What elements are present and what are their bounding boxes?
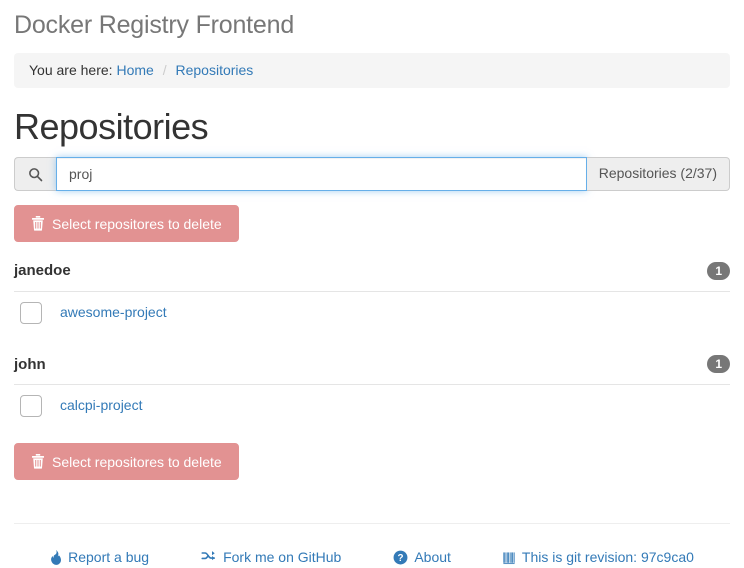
search-input[interactable] <box>56 157 587 192</box>
shuffle-icon <box>201 550 217 565</box>
repo-list: calcpi-project <box>14 385 730 429</box>
search-bar: Repositories (2/37) <box>14 157 730 192</box>
repo-checkbox[interactable] <box>20 301 42 324</box>
search-icon <box>14 157 56 192</box>
repo-group-header: janedoe 1 <box>14 260 730 292</box>
fire-icon <box>50 550 62 566</box>
repo-group-name: janedoe <box>14 262 71 280</box>
footer: Report a bug Fork me on GitHub ? About T… <box>0 523 744 568</box>
repo-link[interactable]: awesome-project <box>60 303 167 323</box>
page-container: Docker Registry Frontend You are here: H… <box>0 0 744 481</box>
select-repositories-to-delete-button-top[interactable]: Select repositores to delete <box>14 205 239 243</box>
trash-icon <box>31 216 45 231</box>
page-title: Repositories <box>14 105 209 147</box>
delete-button-label: Select repositores to delete <box>52 453 222 470</box>
select-repositories-to-delete-button-bottom[interactable]: Select repositores to delete <box>14 443 239 481</box>
trash-icon <box>31 454 45 469</box>
repo-link[interactable]: calcpi-project <box>60 396 142 416</box>
footer-links: Report a bug Fork me on GitHub ? About T… <box>14 524 730 568</box>
app-title: Docker Registry Frontend <box>14 11 295 39</box>
repo-group: janedoe 1 awesome-project <box>14 260 730 335</box>
delete-button-label: Select repositores to delete <box>52 215 222 232</box>
repo-list: awesome-project <box>14 292 730 336</box>
repo-group: john 1 calcpi-project <box>14 354 730 429</box>
repo-group-name: john <box>14 355 46 373</box>
breadcrumb-separator: / <box>162 61 167 78</box>
question-circle-icon: ? <box>393 550 408 565</box>
git-revision-label: This is git revision: 97c9ca0 <box>521 549 694 565</box>
git-revision-link[interactable]: This is git revision: 97c9ca0 <box>503 548 694 568</box>
list-item: calcpi-project <box>14 385 730 429</box>
repository-count-label: Repositories (2/37) <box>586 157 730 192</box>
breadcrumb-label: You are here: <box>29 61 113 78</box>
fork-me-on-github-label: Fork me on GitHub <box>223 549 342 565</box>
report-a-bug-link[interactable]: Report a bug <box>50 548 149 568</box>
report-a-bug-label: Report a bug <box>68 549 150 565</box>
svg-text:?: ? <box>398 554 404 565</box>
breadcrumb-item-home[interactable]: Home <box>116 62 153 78</box>
breadcrumb: You are here: Home / Repositories <box>14 52 730 88</box>
repo-group-count-badge: 1 <box>707 262 730 280</box>
breadcrumb-item-repositories[interactable]: Repositories <box>175 62 253 78</box>
repo-group-header: john 1 <box>14 354 730 386</box>
repo-checkbox[interactable] <box>20 395 42 418</box>
repo-group-count-badge: 1 <box>707 355 730 374</box>
about-label: About <box>414 549 451 565</box>
fork-me-on-github-link[interactable]: Fork me on GitHub <box>201 548 341 568</box>
list-item: awesome-project <box>14 292 730 336</box>
barcode-icon <box>503 551 516 565</box>
about-link[interactable]: ? About <box>393 548 451 568</box>
